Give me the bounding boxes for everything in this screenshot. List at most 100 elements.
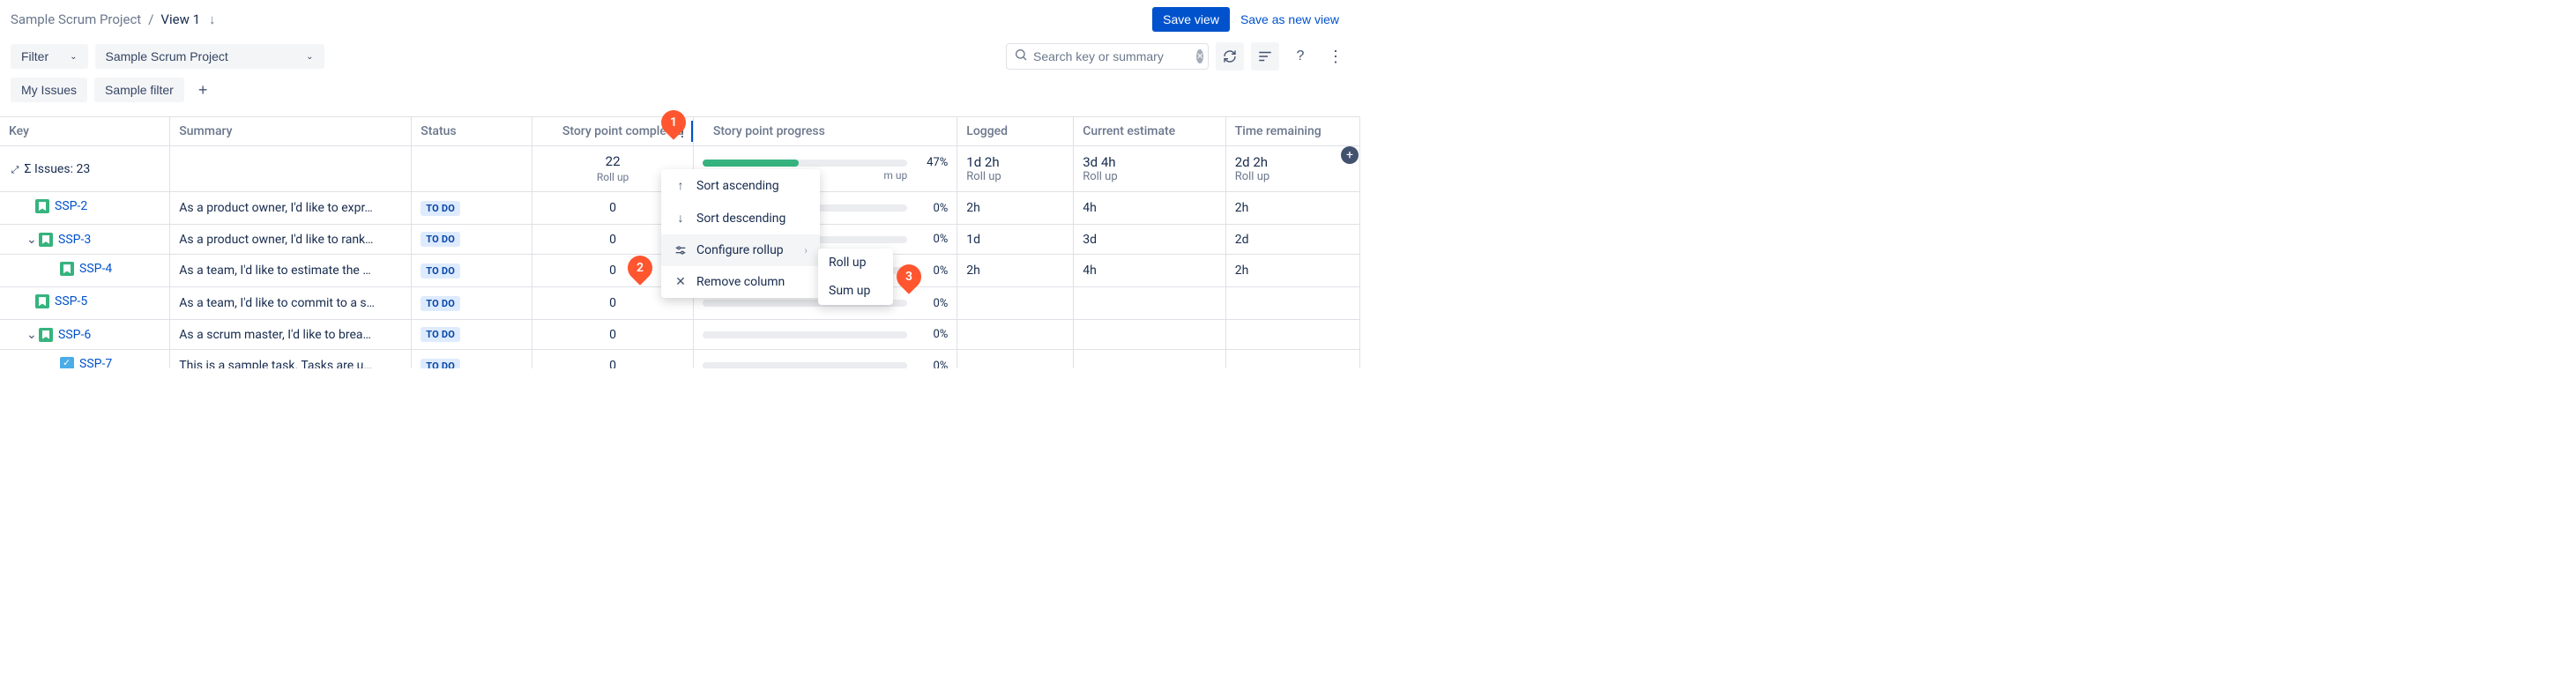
current-rollup-label: Roll up [1083, 170, 1217, 183]
issue-key-link[interactable]: SSP-4 [79, 262, 112, 276]
search-input[interactable] [1033, 49, 1193, 63]
spc-rollup-label: Roll up [597, 171, 629, 185]
breadcrumb-view[interactable]: View 1 [160, 11, 200, 27]
table-row[interactable]: ⌄ SSP-6 As a scrum master, I'd like to bre… [0, 320, 1360, 350]
my-issues-tab[interactable]: My Issues [11, 78, 87, 102]
issue-key-link[interactable]: SSP-6 [58, 328, 91, 342]
logged-cell: 1d [957, 225, 1074, 255]
chevron-down-icon: ⌄ [306, 52, 313, 62]
roll-up-option[interactable]: Roll up [818, 249, 893, 277]
logged-cell [957, 350, 1074, 368]
arrow-up-icon: ↑ [674, 178, 688, 193]
sample-filter-tab[interactable]: Sample filter [94, 78, 184, 102]
sum-up-option[interactable]: Sum up [818, 277, 893, 305]
table-row[interactable]: SSP-7 This is a sample task. Tasks are u…… [0, 350, 1360, 368]
issue-key-link[interactable]: SSP-7 [79, 357, 112, 368]
progress-percent: 0% [916, 297, 948, 310]
summary-label: Σ Issues: 23 [24, 162, 90, 176]
column-header-logged[interactable]: Logged [957, 117, 1074, 146]
add-column-button[interactable]: + [1341, 146, 1359, 164]
search-icon [1014, 48, 1028, 65]
column-header-summary[interactable]: Summary [170, 117, 412, 146]
issue-key-link[interactable]: SSP-5 [55, 294, 87, 308]
sort-ascending-item[interactable]: ↑ Sort ascending [661, 169, 820, 202]
rollup-submenu: Roll up Sum up [818, 249, 893, 305]
filter-dropdown[interactable]: Filter ⌄ [11, 44, 88, 69]
rem-cell [1225, 287, 1359, 320]
expand-toggle-icon[interactable]: ⌄ [26, 233, 39, 247]
logged-cell: 2h [957, 192, 1074, 225]
sort-button[interactable] [1251, 42, 1279, 71]
cur-cell [1074, 350, 1226, 368]
story-icon [35, 199, 49, 213]
close-icon: ✕ [674, 275, 688, 289]
breadcrumb-separator: / [148, 11, 153, 27]
sliders-icon [674, 243, 688, 257]
issue-key-link[interactable]: SSP-3 [58, 233, 91, 247]
summary-cell[interactable]: As a team, I'd like to estimate the … [170, 255, 412, 287]
rem-cell: 2d [1225, 225, 1359, 255]
logged-cell [957, 287, 1074, 320]
story-icon [35, 294, 49, 308]
rem-cell [1225, 320, 1359, 350]
cur-cell [1074, 320, 1226, 350]
more-button[interactable]: ⋮ [1322, 42, 1350, 71]
column-header-key[interactable]: Key [0, 117, 170, 146]
save-view-button[interactable]: Save view [1152, 7, 1230, 32]
logged-total: 1d 2h [966, 154, 1064, 170]
add-filter-button[interactable]: + [191, 81, 215, 100]
cur-cell: 4h [1074, 192, 1226, 225]
collapse-all-icon[interactable]: ⤢ [9, 164, 21, 176]
clear-search-icon[interactable]: ✕ [1196, 49, 1203, 63]
chevron-right-icon: › [804, 244, 808, 256]
expand-toggle-icon[interactable]: ⌄ [26, 328, 39, 342]
summary-cell[interactable]: As a scrum master, I'd like to brea… [170, 320, 412, 350]
summary-cell[interactable]: As a product owner, I'd like to expr… [170, 192, 412, 225]
status-badge[interactable]: TO DO [421, 232, 460, 247]
remaining-total: 2d 2h [1235, 154, 1351, 170]
column-header-current-estimate[interactable]: Current estimate [1074, 117, 1226, 146]
summary-cell[interactable]: As a product owner, I'd like to rank… [170, 225, 412, 255]
column-header-status[interactable]: Status [412, 117, 532, 146]
story-icon [39, 328, 53, 342]
progress-bar [703, 160, 907, 167]
progress-percent: 0% [916, 328, 948, 341]
summary-cell[interactable]: This is a sample task. Tasks are u… [170, 350, 412, 368]
spp-rollup-label: m up [883, 169, 907, 182]
status-badge[interactable]: TO DO [421, 264, 460, 278]
progress-bar [703, 331, 907, 338]
search-box[interactable]: ✕ [1006, 43, 1209, 70]
status-badge[interactable]: TO DO [421, 201, 460, 216]
logged-cell [957, 320, 1074, 350]
progress-percent: 0% [916, 202, 948, 215]
progress-percent: 0% [916, 360, 948, 368]
chevron-down-icon: ⌄ [70, 52, 77, 62]
story-icon [39, 233, 53, 247]
column-header-time-remaining[interactable]: Time remaining [1225, 117, 1359, 146]
logged-rollup-label: Roll up [966, 170, 1064, 183]
chevron-down-icon[interactable]: ↓ [209, 11, 216, 27]
summary-cell[interactable]: As a team, I'd like to commit to a s… [170, 287, 412, 320]
rem-cell: 2h [1225, 255, 1359, 287]
save-as-new-view-button[interactable]: Save as new view [1230, 7, 1350, 32]
rem-cell [1225, 350, 1359, 368]
story-icon [60, 262, 74, 276]
help-button[interactable]: ? [1286, 42, 1314, 71]
column-header-story-point-progress[interactable]: Story point progress [693, 117, 957, 146]
issue-key-link[interactable]: SSP-2 [55, 199, 87, 213]
status-badge[interactable]: TO DO [421, 359, 460, 368]
status-badge[interactable]: TO DO [421, 296, 460, 311]
spc-total: 22 [606, 153, 621, 171]
remove-column-item[interactable]: ✕ Remove column [661, 266, 820, 298]
refresh-button[interactable] [1216, 42, 1244, 71]
spc-cell: 0 [532, 320, 694, 350]
configure-rollup-item[interactable]: Configure rollup › [661, 234, 820, 266]
spc-cell: 0 [532, 350, 694, 368]
remaining-rollup-label: Roll up [1235, 170, 1351, 183]
status-badge[interactable]: TO DO [421, 327, 460, 342]
progress-percent: 47% [916, 156, 948, 169]
breadcrumb-project[interactable]: Sample Scrum Project [11, 11, 141, 27]
sort-descending-item[interactable]: ↓ Sort descending [661, 202, 820, 234]
rem-cell: 2h [1225, 192, 1359, 225]
project-dropdown[interactable]: Sample Scrum Project ⌄ [95, 44, 324, 69]
